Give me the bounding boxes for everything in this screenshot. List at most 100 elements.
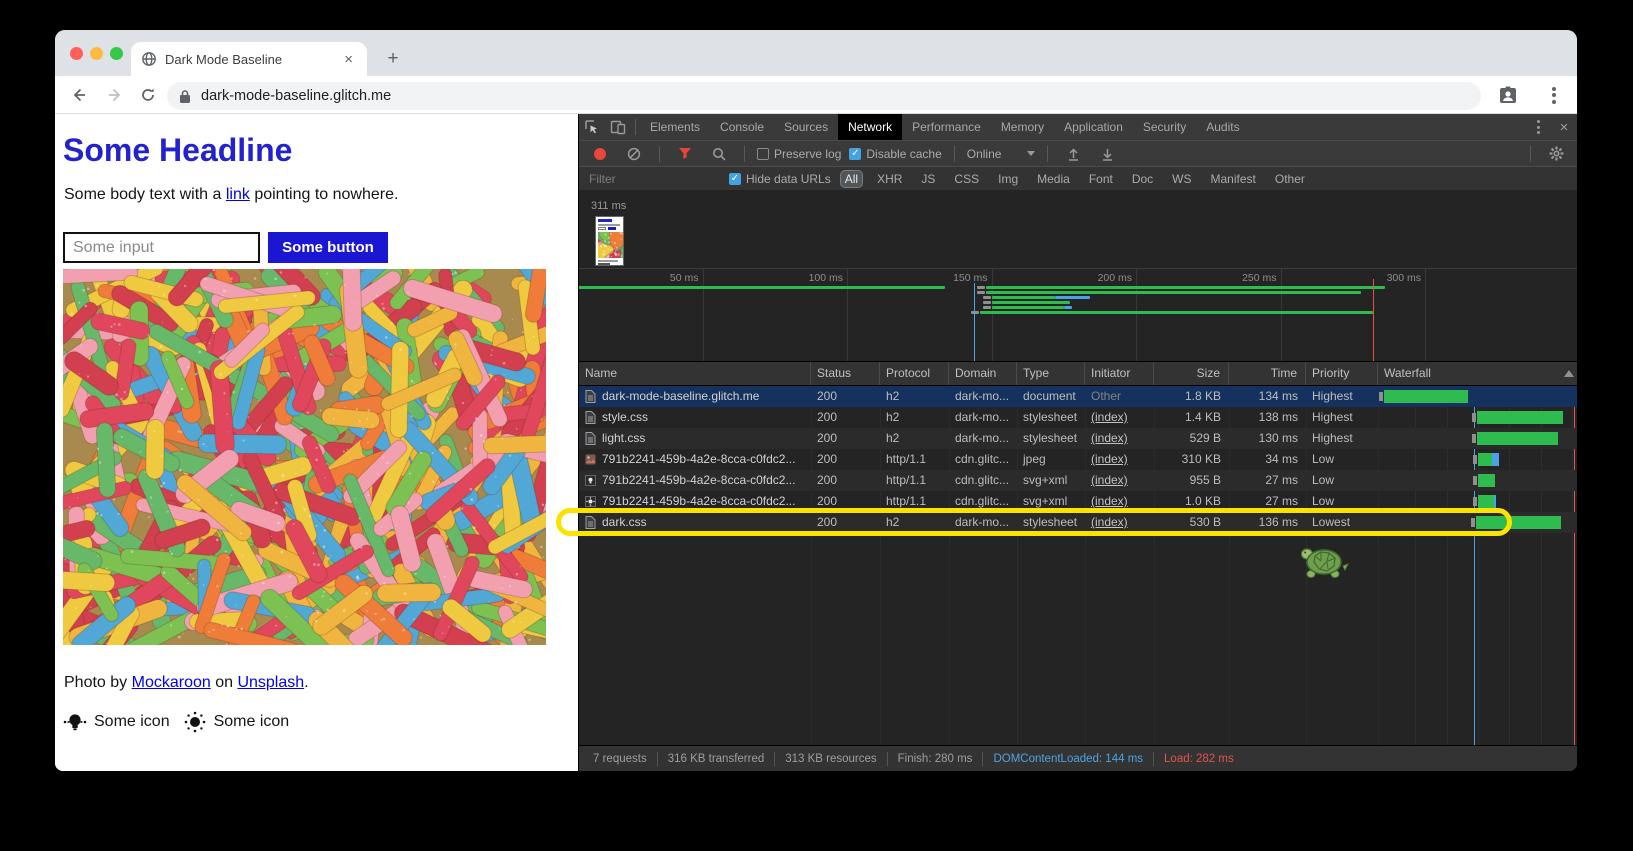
devtools-tab-performance[interactable]: Performance: [902, 114, 991, 140]
devtools-tab-network[interactable]: Network: [838, 114, 902, 140]
search-button[interactable]: [706, 141, 732, 167]
credit-link-mockaroon[interactable]: Mockaroon: [132, 674, 211, 691]
cell-domain: dark-mo...: [949, 512, 1017, 533]
profile-button[interactable]: [1495, 82, 1521, 108]
column-header-initiator[interactable]: Initiator: [1085, 362, 1154, 385]
filter-chip-font[interactable]: Font: [1085, 171, 1117, 187]
initiator-link[interactable]: (index): [1091, 515, 1128, 529]
browser-tab[interactable]: Dark Mode Baseline ×: [131, 42, 367, 76]
page-text-input[interactable]: [63, 232, 260, 263]
preserve-log-toggle[interactable]: Preserve log: [757, 147, 841, 161]
cell-initiator[interactable]: (index): [1085, 491, 1154, 512]
reload-button[interactable]: [135, 82, 161, 108]
page-body-text: Some body text with a link pointing to n…: [64, 186, 398, 204]
cell-time: 134 ms: [1229, 386, 1306, 407]
network-settings-button[interactable]: [1543, 141, 1569, 167]
request-name: 791b2241-459b-4a2e-8cca-c0fdc2...: [602, 449, 795, 470]
minimize-window-button[interactable]: [90, 47, 103, 60]
column-header-status[interactable]: Status: [811, 362, 880, 385]
devtools-tab-audits[interactable]: Audits: [1196, 114, 1249, 140]
waterfall-bar: [1476, 516, 1561, 529]
overview-gridline: [1281, 269, 1282, 361]
devtools-menu-button[interactable]: [1525, 114, 1551, 140]
browser-menu-button[interactable]: [1541, 82, 1567, 108]
column-header-time[interactable]: Time: [1229, 362, 1306, 385]
column-header-protocol[interactable]: Protocol: [880, 362, 949, 385]
waterfall-overview[interactable]: 50 ms100 ms150 ms200 ms250 ms300 ms: [579, 268, 1577, 362]
column-header-size[interactable]: Size: [1154, 362, 1229, 385]
column-header-name[interactable]: Name: [579, 362, 811, 385]
body-link[interactable]: link: [226, 186, 250, 203]
new-tab-button[interactable]: +: [381, 47, 405, 71]
initiator-link[interactable]: (index): [1091, 452, 1128, 466]
inspect-element-button[interactable]: [579, 114, 605, 140]
initiator-link[interactable]: (index): [1091, 494, 1128, 508]
overview-tick-label: 200 ms: [1098, 272, 1136, 284]
credit-link-unsplash[interactable]: Unsplash: [237, 674, 304, 691]
network-request-row[interactable]: 791b2241-459b-4a2e-8cca-c0fdc2...200http…: [579, 449, 1577, 470]
cell-initiator[interactable]: (index): [1085, 470, 1154, 491]
page-button[interactable]: Some button: [268, 232, 388, 263]
tab-close-icon[interactable]: ×: [340, 50, 357, 69]
devtools-tab-sources[interactable]: Sources: [774, 114, 838, 140]
reload-icon: [139, 86, 157, 104]
filter-chip-css[interactable]: CSS: [950, 171, 983, 187]
address-bar[interactable]: dark-mode-baseline.glitch.me: [167, 82, 1481, 110]
devtools-tab-application[interactable]: Application: [1054, 114, 1133, 140]
import-har-button[interactable]: [1060, 141, 1086, 167]
hide-data-urls-toggle[interactable]: ✓ Hide data URLs: [729, 172, 831, 186]
column-header-waterfall[interactable]: Waterfall: [1378, 362, 1577, 385]
waterfall-bar: [1478, 453, 1492, 466]
devtools-close-button[interactable]: ×: [1551, 114, 1577, 140]
forward-button[interactable]: [101, 82, 127, 108]
filter-chip-xhr[interactable]: XHR: [873, 171, 906, 187]
cell-initiator[interactable]: (index): [1085, 512, 1154, 533]
cell-initiator[interactable]: (index): [1085, 407, 1154, 428]
waterfall-stub: [1473, 476, 1477, 485]
filter-chip-all[interactable]: All: [841, 171, 862, 187]
network-request-row[interactable]: dark-mode-baseline.glitch.me200h2dark-mo…: [579, 386, 1577, 407]
initiator-link[interactable]: (index): [1091, 473, 1128, 487]
devtools-tab-memory[interactable]: Memory: [991, 114, 1054, 140]
filter-input[interactable]: [587, 169, 719, 188]
network-request-row[interactable]: style.css200h2dark-mo...stylesheet(index…: [579, 407, 1577, 428]
filter-chip-manifest[interactable]: Manifest: [1207, 171, 1260, 187]
filter-button[interactable]: [672, 141, 698, 167]
filter-chip-doc[interactable]: Doc: [1128, 171, 1157, 187]
column-header-domain[interactable]: Domain: [949, 362, 1017, 385]
filter-chip-other[interactable]: Other: [1271, 171, 1309, 187]
request-name: dark.css: [602, 512, 647, 533]
devtools-tab-security[interactable]: Security: [1133, 114, 1196, 140]
devtools-tab-console[interactable]: Console: [710, 114, 774, 140]
cell-initiator[interactable]: (index): [1085, 428, 1154, 449]
device-toolbar-button[interactable]: [605, 114, 631, 140]
cell-initiator[interactable]: (index): [1085, 449, 1154, 470]
chevron-down-icon: [1027, 151, 1035, 156]
column-header-type[interactable]: Type: [1017, 362, 1085, 385]
status-dcl: DOMContentLoaded: 144 ms: [983, 753, 1153, 765]
network-request-row[interactable]: 791b2241-459b-4a2e-8cca-c0fdc2...200http…: [579, 491, 1577, 512]
filter-chip-ws[interactable]: WS: [1168, 171, 1195, 187]
devtools-tab-elements[interactable]: Elements: [640, 114, 710, 140]
network-request-row[interactable]: 791b2241-459b-4a2e-8cca-c0fdc2...200http…: [579, 470, 1577, 491]
network-request-row[interactable]: light.css200h2dark-mo...stylesheet(index…: [579, 428, 1577, 449]
clear-button[interactable]: [621, 141, 647, 167]
initiator-link[interactable]: (index): [1091, 431, 1128, 445]
cell-initiator: Other: [1085, 386, 1154, 407]
throttling-select[interactable]: Online: [967, 147, 1036, 161]
close-window-button[interactable]: [70, 47, 83, 60]
filter-chip-media[interactable]: Media: [1033, 171, 1074, 187]
filmstrip-thumbnail[interactable]: [595, 216, 624, 266]
waterfall-bar: [1477, 411, 1564, 424]
initiator-link[interactable]: (index): [1091, 410, 1128, 424]
export-har-button[interactable]: [1094, 141, 1120, 167]
back-button[interactable]: [67, 82, 93, 108]
kebab-menu-icon: [1552, 87, 1556, 104]
disable-cache-toggle[interactable]: ✓ Disable cache: [849, 147, 941, 161]
zoom-window-button[interactable]: [110, 47, 123, 60]
column-header-priority[interactable]: Priority: [1306, 362, 1378, 385]
record-button[interactable]: [587, 141, 613, 167]
filter-chip-img[interactable]: Img: [994, 171, 1022, 187]
filter-chip-js[interactable]: JS: [917, 171, 939, 187]
network-request-row[interactable]: dark.css200h2dark-mo...stylesheet(index)…: [579, 512, 1577, 533]
